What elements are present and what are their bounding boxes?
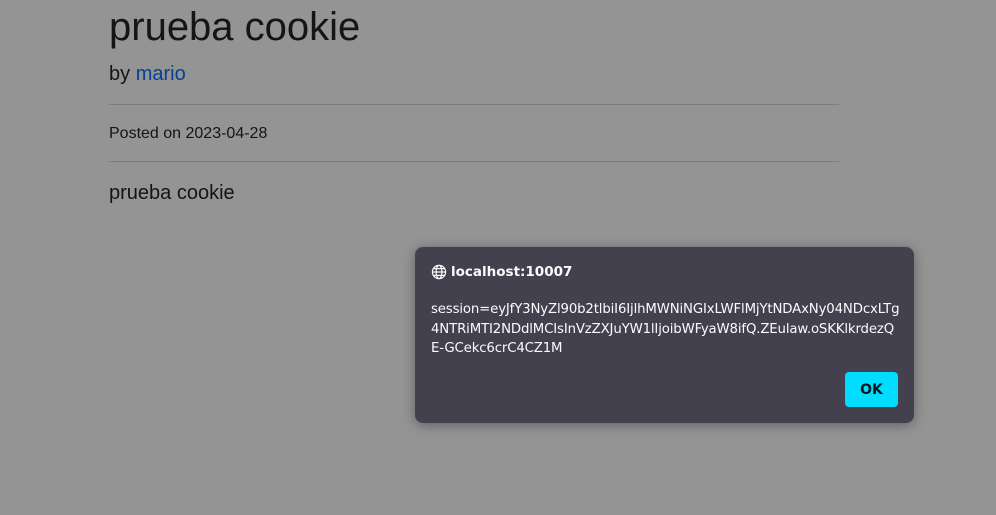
alert-header: localhost:10007	[431, 263, 572, 281]
alert-message: session=eyJfY3NyZl90b2tlbiI6IjlhMWNiNGIx…	[431, 302, 900, 356]
globe-icon	[431, 264, 447, 280]
alert-dialog: localhost:10007 session=eyJfY3NyZl90b2tl…	[415, 247, 914, 423]
ok-button[interactable]: OK	[845, 372, 898, 407]
alert-origin: localhost:10007	[451, 264, 573, 280]
